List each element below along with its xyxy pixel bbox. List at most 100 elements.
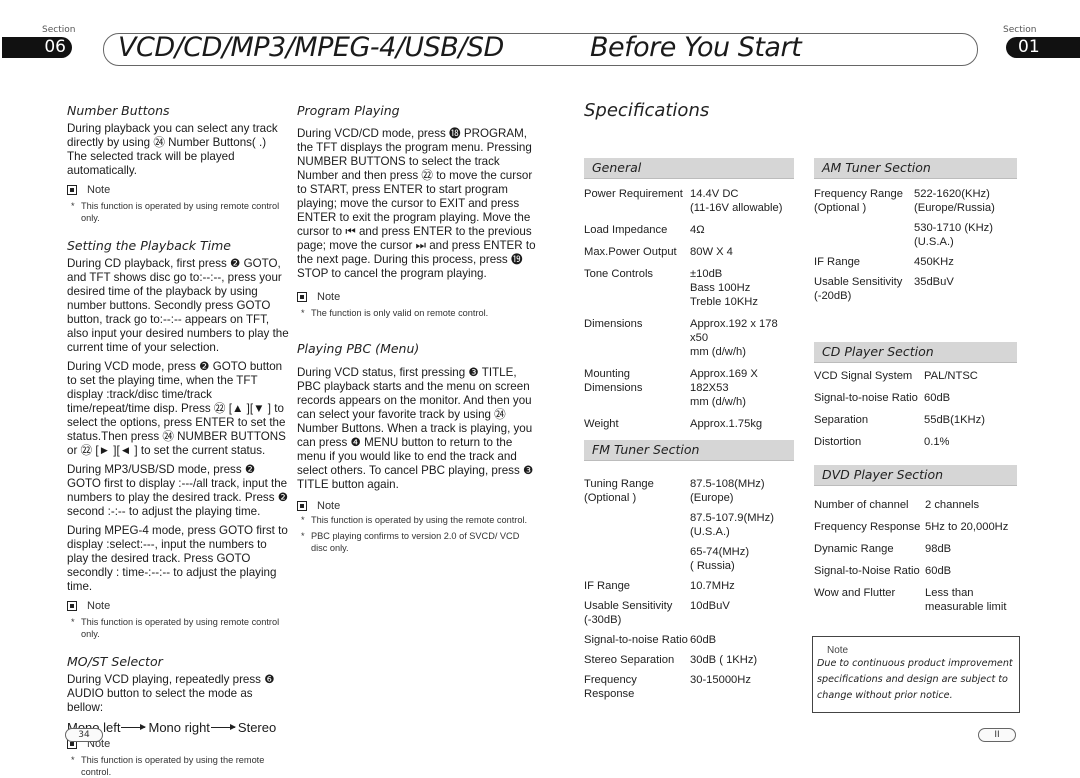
number-buttons-body: During playback you can select any track… <box>67 122 278 177</box>
playback-time-p4: During MPEG-4 mode, press GOTO first to … <box>67 524 288 593</box>
spec-row: 65-74(MHz) ( Russia) <box>584 545 794 573</box>
spec-key: Usable Sensitivity (-30dB) <box>584 600 673 626</box>
notice-box: Note Due to continuous product improveme… <box>812 636 1020 713</box>
spec-value: 30dB ( 1KHz) <box>690 654 758 666</box>
general-heading: General <box>584 158 794 179</box>
left-section-label: Section <box>42 25 76 35</box>
spec-value: Less than measurable limit <box>925 587 1007 613</box>
notice-text: Due to continuous product improvement sp… <box>817 658 1013 701</box>
spec-value: 450KHz <box>914 256 954 268</box>
number-buttons-heading: Number Buttons <box>67 103 170 118</box>
spec-value: PAL/NTSC <box>924 370 978 382</box>
spec-row: Number of channel 2 channels <box>814 498 1017 512</box>
spec-value: 4Ω <box>690 224 705 236</box>
spec-key: Frequency Response <box>584 674 637 700</box>
spec-fm-tuner: FM Tuner Section Tuning Range (Optional … <box>584 440 794 707</box>
spec-row: Wow and Flutter Less than measurable limi… <box>814 586 1017 614</box>
spec-key <box>814 221 914 249</box>
spec-value: 60dB <box>924 392 951 404</box>
pbc-note-2: PBC playing confirms to version 2.0 of S… <box>311 531 520 553</box>
arrow-right-icon <box>121 724 147 730</box>
pbc-note-1: This function is operated by using the r… <box>311 515 528 525</box>
note-icon <box>297 501 307 511</box>
am-heading: AM Tuner Section <box>814 158 1017 179</box>
spec-key: Tone Controls <box>584 268 654 280</box>
spec-key: Dimensions <box>584 318 643 330</box>
spec-key: Tuning Range (Optional ) <box>584 478 654 504</box>
pbc-heading: Playing PBC (Menu) <box>297 341 420 356</box>
spec-value: 55dB(1KHz) <box>924 414 985 426</box>
spec-key <box>584 511 690 539</box>
spec-row: Max.Power Output 80W X 4 <box>584 245 794 259</box>
arrow-right-icon <box>210 724 236 730</box>
spec-value: 87.5-108(MHz) (Europe) <box>690 478 765 504</box>
cd-heading: CD Player Section <box>814 342 1017 363</box>
spec-key: Number of channel <box>814 499 909 511</box>
spec-row: Stereo Separation 30dB ( 1KHz) <box>584 653 794 667</box>
column-2: Program Playing During VCD/CD mode, pres… <box>297 103 536 553</box>
spec-row: Signal-to-Noise Ratio 60dB <box>814 564 1017 578</box>
spec-value: Approx.1.75kg <box>690 418 763 430</box>
program-note: The function is only valid on remote con… <box>311 308 489 318</box>
note-icon <box>67 185 77 195</box>
spec-row: 87.5-107.9(MHz) (U.S.A.) <box>584 511 794 539</box>
spec-row: Signal-to-noise Ratio 60dB <box>584 633 794 647</box>
playback-time-p1: During CD playback, first press ❷ GOTO, … <box>67 257 289 354</box>
dvd-heading: DVD Player Section <box>814 465 1017 486</box>
mode-mono-right: Mono right <box>148 720 210 735</box>
spec-value: ±10dB Bass 100Hz Treble 10KHz <box>690 268 758 308</box>
note-icon <box>67 601 77 611</box>
column-1: Number Buttons During playback you can s… <box>67 103 289 777</box>
playback-time-p3: During MP3/USB/SD mode, press ❷ GOTO fir… <box>67 463 289 518</box>
spec-row: Tuning Range (Optional ) 87.5-108(MHz) (E… <box>584 477 794 505</box>
spec-key: Signal-to-Noise Ratio <box>814 565 920 577</box>
spec-row: Mounting Dimensions Approx.169 X 182X53 m… <box>584 367 794 409</box>
spec-value: 87.5-107.9(MHz) (U.S.A.) <box>690 512 774 538</box>
left-page-number: 34 <box>65 728 103 742</box>
most-selector-heading: MO/ST Selector <box>67 654 163 669</box>
spec-value: 80W X 4 <box>690 246 733 258</box>
spec-row: Tone Controls ±10dB Bass 100Hz Treble 10K… <box>584 267 794 309</box>
fm-heading: FM Tuner Section <box>584 440 794 461</box>
spec-row: 530-1710 (KHz) (U.S.A.) <box>814 221 1017 249</box>
spec-value: 522-1620(KHz) (Europe/Russia) <box>914 188 995 214</box>
right-page-number: II <box>978 728 1016 742</box>
notice-label: Note <box>827 645 849 656</box>
pbc-body: During VCD status, first pressing ❸ TITL… <box>297 366 534 491</box>
spec-value: 0.1% <box>924 436 950 448</box>
mode-stereo: Stereo <box>237 720 277 735</box>
spec-value: 98dB <box>925 543 952 555</box>
spec-key: Frequency Range (Optional ) <box>814 188 903 214</box>
spec-value: 60dB <box>925 565 952 577</box>
spec-key: Signal-to-noise Ratio <box>814 392 918 404</box>
spec-key: Signal-to-noise Ratio <box>584 634 688 646</box>
spec-value: 530-1710 (KHz) (U.S.A.) <box>914 222 993 248</box>
spec-key: Load Impedance <box>584 224 668 236</box>
spec-row: Frequency Range (Optional ) 522-1620(KHz)… <box>814 187 1017 215</box>
spec-row: Usable Sensitivity (-30dB) 10dBuV <box>584 599 794 627</box>
spec-row: Dimensions Approx.192 x 178 x50 mm (d/w/h… <box>584 317 794 359</box>
spec-value: 5Hz to 20,000Hz <box>925 521 1009 533</box>
playback-time-p2: During VCD mode, press ❷ GOTO button to … <box>67 360 286 457</box>
spec-key: Mounting Dimensions <box>584 368 643 394</box>
spec-general: General Power Requirement 14.4V DC (11-16… <box>584 158 794 439</box>
spec-value: 10.7MHz <box>690 580 735 592</box>
spec-key: Separation <box>814 414 869 426</box>
left-title: VCD/CD/MP3/MPEG-4/USB/SD <box>118 32 504 63</box>
spec-key: Stereo Separation <box>584 654 675 666</box>
spec-value: 10dBuV <box>690 600 730 612</box>
note-label: Note <box>87 184 111 196</box>
spec-key: Dynamic Range <box>814 543 894 555</box>
spec-row: Load Impedance 4Ω <box>584 223 794 237</box>
right-section-label: Section <box>1003 25 1037 35</box>
playback-time-heading: Setting the Playback Time <box>67 238 231 253</box>
spec-key: Max.Power Output <box>584 246 677 258</box>
right-title: Before You Start <box>590 32 802 63</box>
left-section-number: 06 <box>2 37 72 58</box>
note-label: Note <box>317 500 341 512</box>
spec-row: Separation 55dB(1KHz) <box>814 413 1017 427</box>
most-selector-body: During VCD playing, repeatedly press ❻ A… <box>67 673 275 714</box>
spec-value: 35dBuV <box>914 276 954 288</box>
spec-value: Approx.169 X 182X53 mm (d/w/h) <box>690 368 758 408</box>
spec-key: Frequency Response <box>814 521 921 533</box>
